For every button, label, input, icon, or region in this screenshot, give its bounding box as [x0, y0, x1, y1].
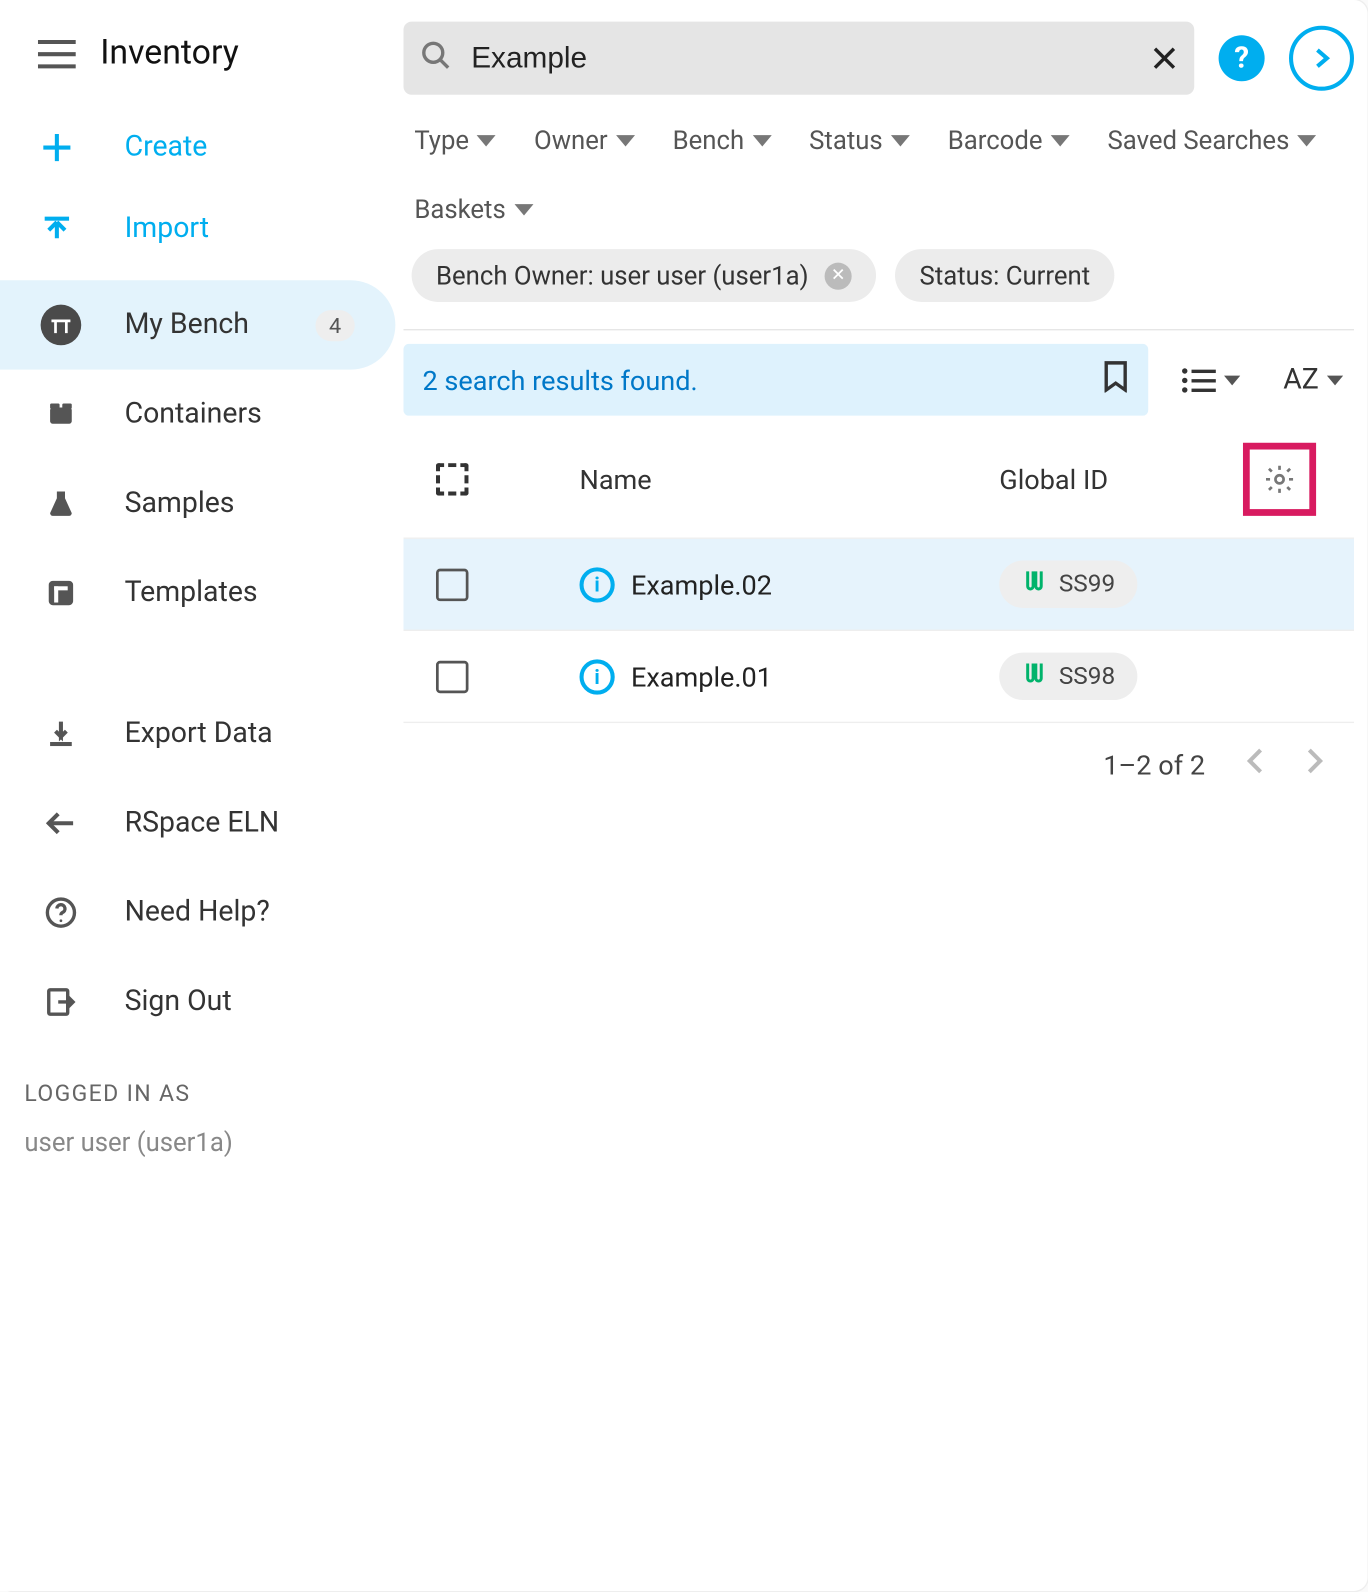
nav-badge: 4	[315, 309, 354, 340]
signout-icon	[41, 982, 82, 1023]
row-id: SS99	[1059, 570, 1115, 598]
chip-remove-icon[interactable]: ✕	[825, 262, 852, 289]
row-checkbox[interactable]	[436, 660, 468, 692]
bookmark-icon[interactable]	[1102, 360, 1129, 399]
create-button[interactable]: Create	[0, 107, 395, 188]
view-mode-button[interactable]	[1169, 358, 1250, 401]
chip-label: Bench Owner: user user (user1a)	[436, 260, 809, 291]
sidebar-item-help[interactable]: Need Help?	[0, 868, 395, 957]
clear-search-button[interactable]	[1151, 45, 1178, 72]
pager: 1–2 of 2	[403, 723, 1354, 781]
sidebar: Inventory Create Import My Bench 4	[0, 0, 395, 1591]
search-box[interactable]	[403, 22, 1194, 95]
flask-icon	[41, 483, 82, 524]
info-icon[interactable]: i	[580, 659, 615, 694]
help-button[interactable]: ?	[1219, 35, 1265, 81]
nav-label: Need Help?	[125, 896, 270, 928]
sidebar-item-containers[interactable]: Containers	[0, 370, 395, 459]
import-label: Import	[125, 213, 209, 245]
sample-tubes-icon	[1021, 661, 1045, 692]
chip-bench-owner[interactable]: Bench Owner: user user (user1a) ✕	[412, 249, 877, 302]
app-title: Inventory	[100, 34, 239, 73]
template-icon	[41, 573, 82, 614]
row-checkbox[interactable]	[436, 568, 468, 600]
results-row: 2 search results found. AZ	[403, 344, 1354, 416]
container-icon	[41, 394, 82, 435]
select-all-checkbox[interactable]	[436, 463, 468, 495]
sidebar-header: Inventory	[0, 27, 395, 107]
info-icon[interactable]: i	[580, 567, 615, 602]
import-icon	[41, 213, 73, 245]
table-row[interactable]: i Example.01 SS98	[403, 631, 1354, 723]
table-row[interactable]: i Example.02 SS99	[403, 539, 1354, 631]
results-message: 2 search results found.	[422, 364, 697, 396]
search-input[interactable]	[471, 41, 1132, 76]
download-icon	[41, 714, 82, 755]
divider	[403, 329, 1354, 330]
help-icon	[41, 892, 82, 933]
logged-in-label: LOGGED IN AS	[24, 1080, 371, 1107]
filter-barcode[interactable]: Barcode	[948, 125, 1070, 156]
results-banner: 2 search results found.	[403, 344, 1147, 416]
col-global-id[interactable]: Global ID	[999, 463, 1243, 495]
sidebar-item-my-bench[interactable]: My Bench 4	[0, 280, 395, 369]
create-label: Create	[125, 131, 208, 163]
filter-row: Type Owner Bench Status Barcode Saved Se…	[403, 95, 1354, 236]
nav-label: Templates	[125, 577, 258, 609]
sort-label: AZ	[1283, 364, 1319, 396]
row-id: SS98	[1059, 662, 1115, 690]
hamburger-icon[interactable]	[38, 39, 76, 69]
filter-owner[interactable]: Owner	[534, 125, 635, 156]
row-name: Example.01	[631, 660, 772, 692]
topbar: ?	[403, 22, 1354, 95]
col-name[interactable]: Name	[542, 463, 1000, 495]
filter-baskets[interactable]: Baskets	[414, 194, 533, 225]
pager-range: 1–2 of 2	[1103, 748, 1205, 780]
nav-label: My Bench	[125, 309, 249, 341]
chip-status[interactable]: Status: Current	[895, 249, 1114, 302]
filter-bench[interactable]: Bench	[673, 125, 772, 156]
filter-saved-searches[interactable]: Saved Searches	[1107, 125, 1316, 156]
plus-icon	[41, 131, 73, 163]
sample-tubes-icon	[1021, 569, 1045, 600]
chip-label: Status: Current	[920, 260, 1091, 291]
table-header: Name Global ID	[403, 421, 1354, 539]
sidebar-item-signout[interactable]: Sign Out	[0, 957, 395, 1046]
column-settings-button[interactable]	[1243, 443, 1316, 516]
import-button[interactable]: Import	[0, 188, 395, 269]
sort-button[interactable]: AZ	[1272, 355, 1354, 404]
nav-label: Samples	[125, 487, 235, 519]
filter-status[interactable]: Status	[809, 125, 910, 156]
nav-label: Sign Out	[125, 986, 232, 1018]
nav-group-secondary: Export Data RSpace ELN Need Help? Sign O…	[0, 689, 395, 1046]
sidebar-footer: LOGGED IN AS user user (user1a)	[0, 1047, 395, 1158]
pager-next[interactable]	[1305, 747, 1324, 781]
next-panel-button[interactable]	[1289, 26, 1354, 91]
search-icon	[420, 39, 452, 77]
filter-type[interactable]: Type	[414, 125, 496, 156]
nav-label: Containers	[125, 398, 262, 430]
sidebar-item-rspace-eln[interactable]: RSpace ELN	[0, 779, 395, 868]
nav-label: Export Data	[125, 718, 273, 750]
global-id-pill[interactable]: SS98	[999, 653, 1137, 700]
global-id-pill[interactable]: SS99	[999, 561, 1137, 608]
sidebar-item-samples[interactable]: Samples	[0, 459, 395, 548]
results-table: Name Global ID i Example.02	[403, 421, 1354, 723]
sidebar-item-export[interactable]: Export Data	[0, 689, 395, 778]
row-name: Example.02	[631, 568, 772, 600]
main-panel: ? Type Owner Bench Status Barcode Saved …	[395, 0, 1367, 1591]
bench-icon	[41, 305, 82, 346]
active-filter-chips: Bench Owner: user user (user1a) ✕ Status…	[403, 236, 1354, 327]
sidebar-item-templates[interactable]: Templates	[0, 548, 395, 637]
nav-group-main: My Bench 4 Containers Samples Templates	[0, 280, 395, 637]
logged-in-user: user user (user1a)	[24, 1127, 371, 1158]
arrow-left-icon	[41, 803, 82, 844]
pager-prev[interactable]	[1246, 747, 1265, 781]
nav-label: RSpace ELN	[125, 807, 280, 839]
